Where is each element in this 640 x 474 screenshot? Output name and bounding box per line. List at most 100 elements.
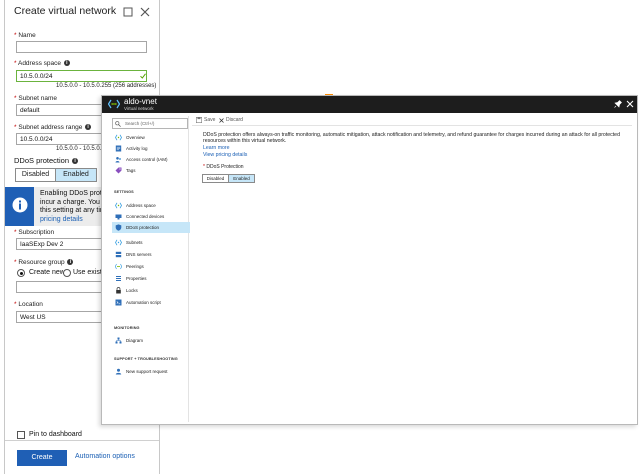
view-pricing-link[interactable]: View pricing details — [203, 152, 247, 158]
menu-item-label: Locks — [126, 288, 138, 293]
menu-item-label: Subnets — [126, 240, 143, 245]
menu-item-label: Address space — [126, 203, 156, 208]
subscription-label: * Subscription — [14, 229, 55, 236]
rg-create-new-label: Create new — [29, 269, 65, 276]
menu-item-new-support-request[interactable]: New support request — [112, 366, 190, 377]
peerings-icon — [115, 263, 122, 270]
discard-icon — [219, 117, 224, 123]
resource-menu: Search (Ctrl+/) Overview Activity log Ac… — [106, 116, 190, 422]
rg-use-existing-radio[interactable] — [63, 269, 71, 277]
subnet-range-label: * Subnet address range i — [14, 124, 92, 131]
vnet-icon — [115, 134, 122, 141]
properties-icon — [116, 276, 121, 281]
activity-log-icon — [115, 145, 122, 152]
vnet-icon — [108, 99, 120, 109]
script-icon — [115, 299, 122, 306]
info-icon — [12, 197, 28, 213]
pin-to-dashboard-label: Pin to dashboard — [29, 431, 82, 438]
close-icon[interactable] — [140, 7, 150, 17]
address-space-input[interactable]: 10.5.0.0/24 — [16, 70, 147, 82]
menu-item-ddos-protection[interactable]: DDoS protection — [112, 222, 190, 233]
address-space-label: * Address space i — [14, 60, 70, 67]
menu-item-label: Tags — [126, 168, 136, 173]
tag-icon — [115, 167, 122, 174]
menu-item-label: DNS servers — [126, 252, 152, 257]
menu-item-label: Peerings — [126, 264, 144, 269]
menu-item-address-space[interactable]: Address space — [112, 200, 190, 211]
address-space-icon — [115, 202, 122, 209]
diagram-icon — [115, 337, 122, 344]
menu-item-label: Diagram — [126, 338, 144, 343]
menu-item-label: DDoS protection — [126, 225, 160, 230]
support-icon — [115, 368, 122, 375]
resource-group-label: * Resource group i — [14, 259, 74, 266]
info-banner-text: Enabling DDoS prote incur a charge. You … — [40, 190, 109, 224]
menu-item-diagram[interactable]: Diagram — [112, 335, 190, 346]
pricing-details-link[interactable]: pricing details — [40, 216, 109, 225]
menu-item-subnets[interactable]: Subnets — [112, 237, 190, 248]
menu-item-connected-devices[interactable]: Connected devices — [112, 211, 190, 222]
vnet-blade-subtitle: Virtual network — [124, 106, 154, 111]
address-space-value: 10.5.0.0/24 — [20, 73, 53, 80]
ddos-enabled-option[interactable]: Enabled — [55, 168, 97, 182]
save-button[interactable]: Save — [196, 117, 216, 123]
blade-title: Create virtual network — [14, 5, 117, 17]
shield-icon — [115, 224, 122, 231]
discard-label: Discard — [226, 117, 243, 123]
info-line-2: incur a charge. You ca — [40, 198, 110, 206]
info-icon[interactable]: i — [85, 124, 92, 131]
info-line-1: Enabling DDoS prote — [40, 190, 106, 197]
info-icon[interactable]: i — [67, 259, 74, 266]
blade-header: Create virtual network — [5, 0, 159, 26]
name-input[interactable] — [16, 41, 147, 53]
menu-item-activity-log[interactable]: Activity log — [112, 143, 190, 154]
maximize-icon[interactable] — [123, 7, 133, 17]
menu-item-locks[interactable]: Locks — [112, 285, 190, 296]
address-space-range: 10.5.0.0 - 10.5.0.255 (256 addresses) — [56, 83, 157, 89]
menu-item-label: Activity log — [126, 146, 148, 151]
menu-item-automation-script[interactable]: Automation script — [112, 297, 190, 308]
vnet-blade-title: aldo-vnet — [124, 97, 157, 106]
support-section-header: SUPPORT + TROUBLESHOOTING — [114, 357, 178, 361]
vnet-blade-header: aldo-vnet Virtual network — [102, 96, 637, 113]
checkmark-icon — [140, 73, 146, 79]
save-label: Save — [204, 117, 216, 123]
menu-item-tags[interactable]: Tags — [112, 165, 190, 176]
settings-section-header: SETTINGS — [114, 190, 134, 194]
rg-create-new-radio[interactable] — [17, 269, 25, 277]
ddos-enabled-toggle[interactable]: Enabled — [228, 174, 255, 183]
automation-options-link[interactable]: Automation options — [75, 453, 135, 460]
pin-icon[interactable] — [614, 100, 622, 108]
ddos-disabled-toggle[interactable]: Disabled — [202, 174, 229, 183]
menu-search-input[interactable]: Search (Ctrl+/) — [112, 118, 188, 129]
pin-to-dashboard-checkbox[interactable] — [17, 431, 25, 439]
menu-item-peerings[interactable]: Peerings — [112, 261, 190, 272]
ddos-disabled-option[interactable]: Disabled — [15, 168, 56, 182]
subnets-icon — [115, 239, 122, 246]
footer-divider — [5, 440, 159, 441]
menu-item-overview[interactable]: Overview — [112, 132, 190, 143]
info-icon[interactable]: i — [72, 158, 79, 165]
command-bar-divider — [192, 125, 632, 126]
info-icon[interactable]: i — [63, 60, 70, 67]
menu-item-label: New support request — [126, 369, 168, 374]
monitoring-section-header: MONITORING — [114, 326, 140, 330]
menu-item-properties[interactable]: Properties — [112, 273, 190, 284]
info-line-3: this setting at any tim — [40, 207, 106, 214]
menu-item-dns-servers[interactable]: DNS servers — [112, 249, 190, 260]
save-icon — [196, 117, 202, 123]
menu-item-label: Overview — [126, 135, 145, 140]
connected-devices-icon — [115, 214, 122, 220]
close-icon[interactable] — [626, 100, 634, 108]
name-label: * Name — [14, 32, 36, 39]
info-banner-stripe — [5, 187, 34, 226]
create-button[interactable]: Create — [17, 450, 67, 466]
menu-item-label: Automation script — [126, 300, 161, 305]
discard-button[interactable]: Discard — [219, 117, 243, 123]
vnet-blade: aldo-vnet Virtual network Search (Ctrl+/… — [101, 95, 638, 425]
learn-more-link[interactable]: Learn more — [203, 145, 230, 151]
ddos-description: DDoS protection offers always-on traffic… — [203, 132, 620, 145]
menu-item-iam[interactable]: Access control (IAM) — [112, 154, 190, 165]
menu-item-label: Connected devices — [126, 214, 165, 219]
menu-item-label: Properties — [126, 276, 147, 281]
